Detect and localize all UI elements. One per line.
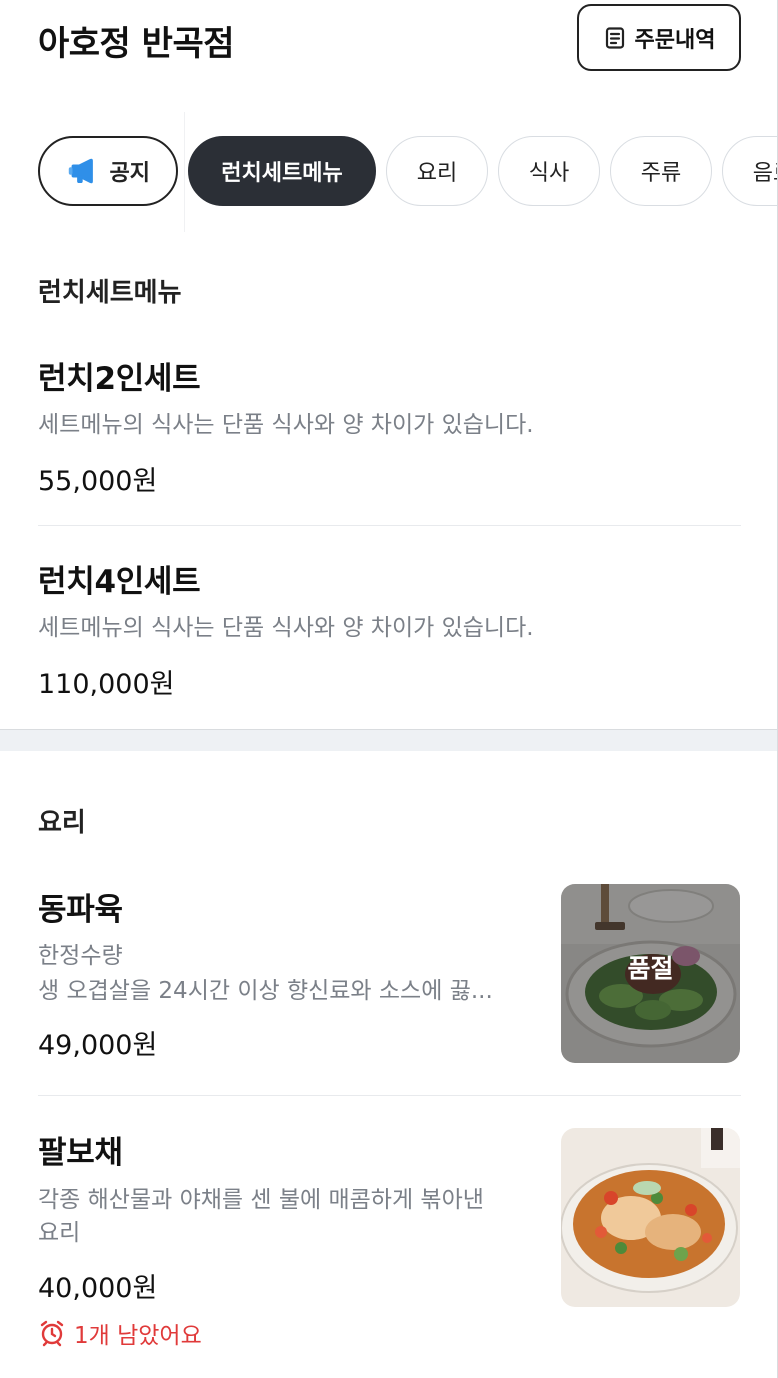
item-photo: 품절 [561, 884, 740, 1063]
section-separator [0, 729, 778, 751]
section-title-lunch-set: 런치세트메뉴 [38, 278, 182, 308]
tab-lunch-set-label: 런치세트메뉴 [221, 161, 343, 186]
item-description-line1: 각종 해산물과 야채를 센 불에 매콤하게 볶아낸 [38, 1187, 484, 1213]
item-price: 55,000원 [38, 466, 158, 497]
sold-out-badge: 품절 [627, 953, 674, 983]
item-description-line2: 생 오겹살을 24시간 이상 향신료와 소스에 끓... [38, 978, 493, 1004]
item-name: 동파육 [38, 892, 123, 928]
tab-liquor-label: 주류 [640, 161, 682, 186]
item-description: 세트메뉴의 식사는 단품 식사와 양 차이가 있습니다. [38, 412, 534, 438]
menu-page: 아호정 반곡점 주문내역 공지 런치세트메뉴 요리 식사 주류 음 런치세트메뉴… [0, 0, 778, 1378]
palbochae-photo [561, 1128, 740, 1307]
alarm-clock-icon [40, 1320, 64, 1347]
item-price: 40,000원 [38, 1273, 158, 1304]
tab-drinks[interactable]: 음료 [722, 136, 778, 206]
row-divider [38, 525, 741, 526]
item-photo [561, 1128, 740, 1307]
tab-liquor[interactable]: 주류 [610, 136, 712, 206]
item-price: 110,000원 [38, 669, 175, 700]
tab-dishes-label: 요리 [416, 161, 458, 186]
tab-drinks-label: 음료 [752, 161, 778, 186]
item-name: 런치2인세트 [38, 361, 201, 397]
item-description-line2: 요리 [38, 1220, 81, 1246]
store-name: 아호정 반곡점 [38, 24, 235, 64]
category-tabs: 공지 런치세트메뉴 요리 식사 주류 음료 [38, 136, 778, 208]
tab-meals[interactable]: 식사 [498, 136, 600, 206]
megaphone-icon [68, 158, 93, 184]
tab-notice-label: 공지 [109, 161, 150, 186]
stock-warning: 1개 남았어요 [38, 1316, 202, 1350]
receipt-icon [605, 26, 624, 49]
item-price: 49,000원 [38, 1030, 158, 1061]
item-description: 세트메뉴의 식사는 단품 식사와 양 차이가 있습니다. [38, 615, 534, 641]
item-description-line1: 한정수량 [38, 943, 123, 969]
item-name: 런치4인세트 [38, 564, 201, 600]
order-history-button[interactable]: 주문내역 [577, 4, 741, 71]
item-name: 팔보채 [38, 1135, 123, 1171]
tab-meals-label: 식사 [528, 161, 570, 186]
tab-lunch-set[interactable]: 런치세트메뉴 [188, 136, 376, 206]
row-divider [38, 1095, 741, 1096]
sold-out-overlay: 품절 [561, 884, 740, 1063]
header: 아호정 반곡점 주문내역 [0, 0, 778, 100]
order-history-label: 주문내역 [634, 27, 716, 53]
stock-warning-text: 1개 남았어요 [74, 1323, 202, 1349]
section-title-dishes: 요리 [38, 808, 86, 838]
tab-notice[interactable]: 공지 [38, 136, 178, 206]
tab-dishes[interactable]: 요리 [386, 136, 488, 206]
